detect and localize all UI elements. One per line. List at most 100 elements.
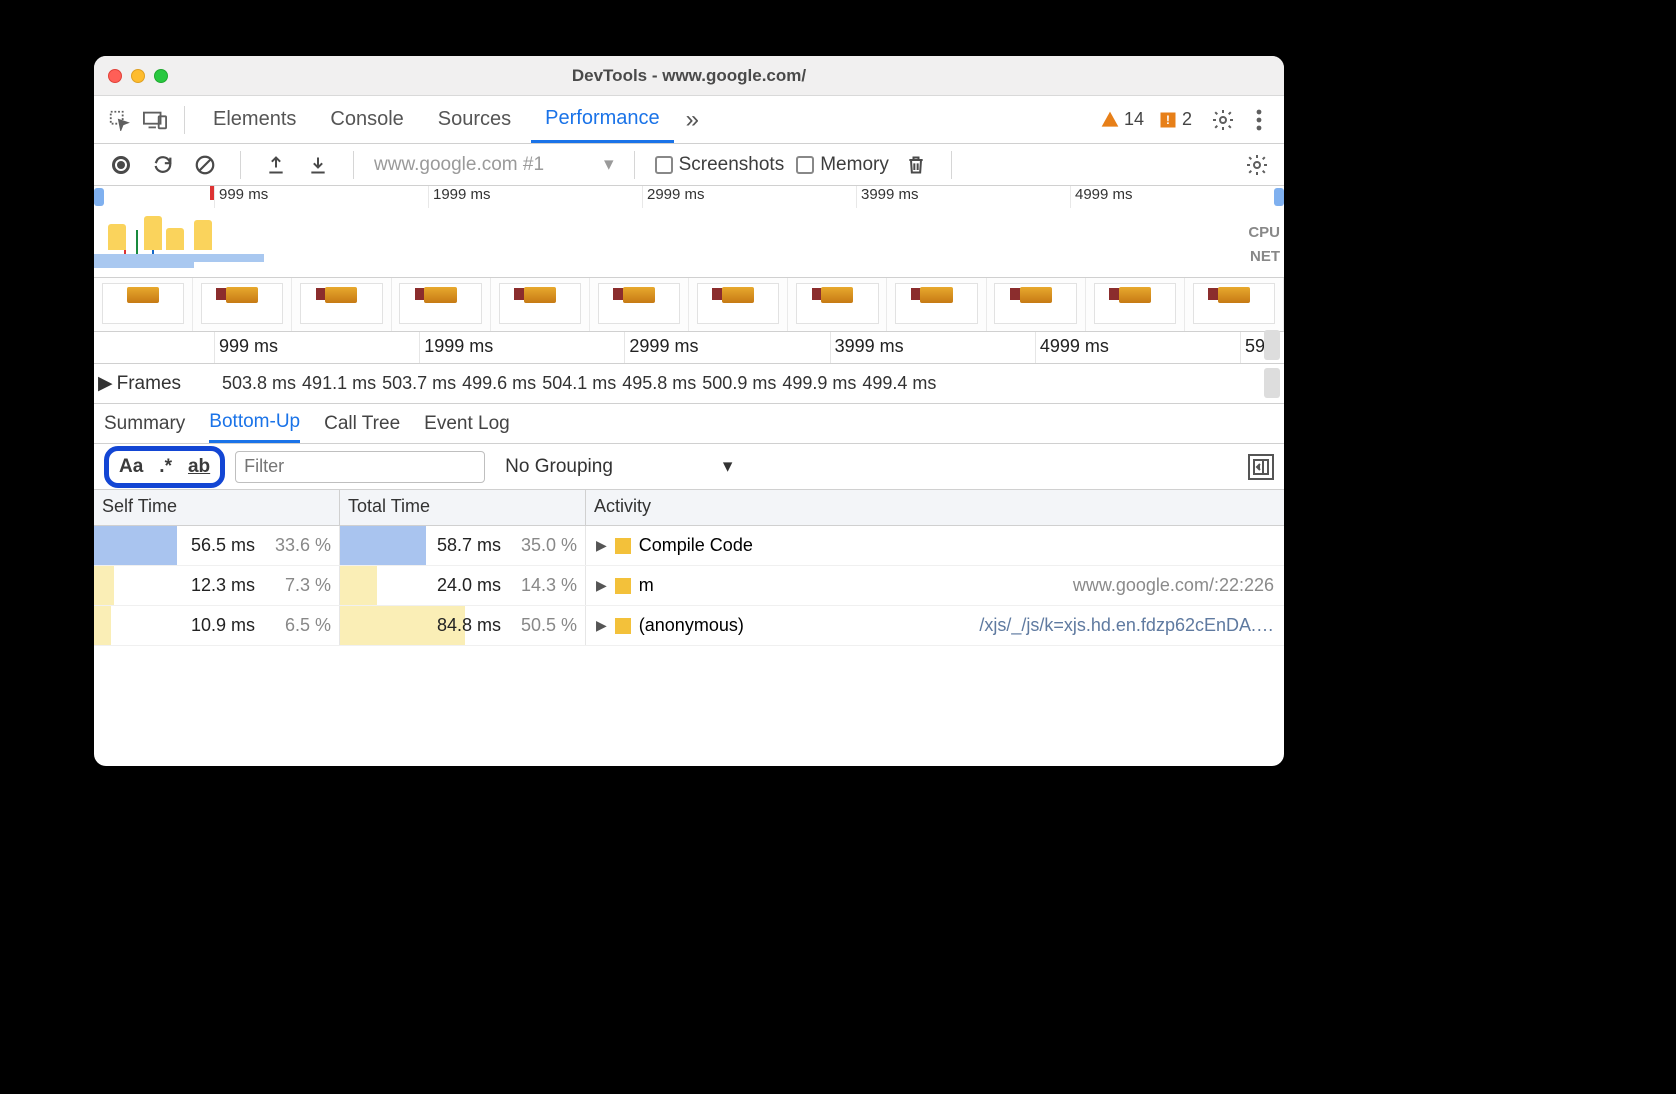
bar [94,526,177,565]
filter-input[interactable] [235,451,485,483]
filmstrip-thumb[interactable] [689,278,788,331]
frames-track-label[interactable]: ▶ Frames [94,372,214,395]
issues-group[interactable]: 14 ! 2 [1100,109,1192,130]
scrollbar-thumb[interactable] [1264,330,1280,360]
tab-bottom-up[interactable]: Bottom-Up [209,405,300,443]
regex-button[interactable]: .* [159,456,172,478]
overview-tick: 999 ms [214,186,428,208]
filmstrip-thumb[interactable] [887,278,986,331]
self-pct: 7.3 % [261,575,331,596]
settings-gear-icon[interactable] [1208,105,1238,135]
filmstrip-thumb[interactable] [590,278,689,331]
tab-summary[interactable]: Summary [104,405,185,443]
filmstrip-thumb[interactable] [1086,278,1185,331]
filmstrip-thumb[interactable] [392,278,491,331]
detail-ruler[interactable]: 999 ms 1999 ms 2999 ms 3999 ms 4999 ms 5… [94,332,1284,364]
errors-count: 2 [1182,109,1192,130]
activity-source[interactable]: www.google.com/:22:226 [1073,575,1284,596]
frames-track[interactable]: ▶ Frames 503.8 ms 491.1 ms 503.7 ms 499.… [94,364,1284,404]
cell-activity: ▶(anonymous)/xjs/_/js/k=xjs.hd.en.fdzp62… [586,615,1284,636]
tab-sources[interactable]: Sources [424,97,525,143]
filmstrip[interactable] [94,278,1284,332]
total-ms: 24.0 ms [437,575,507,596]
tab-call-tree[interactable]: Call Tree [324,405,400,443]
grouping-label: No Grouping [505,456,613,478]
fullscreen-button[interactable] [154,69,168,83]
table-row[interactable]: 56.5 ms33.6 %58.7 ms35.0 %▶Compile Code [94,526,1284,566]
filmstrip-thumb[interactable] [193,278,292,331]
more-menu-icon[interactable] [1244,105,1274,135]
upload-icon[interactable] [261,150,291,180]
warnings-count: 14 [1124,109,1144,130]
expand-icon[interactable]: ▶ [596,617,607,634]
frame-time: 500.9 ms [702,373,776,394]
profile-selector[interactable]: www.google.com #1 ▾ [374,153,614,176]
dropdown-icon: ▾ [723,455,733,478]
warnings-badge[interactable]: 14 [1100,109,1144,130]
bottom-up-table-body: 56.5 ms33.6 %58.7 ms35.0 %▶Compile Code1… [94,526,1284,646]
window-title: DevTools - www.google.com/ [94,66,1284,86]
main-tabs: Elements Console Sources Performance » 1… [94,96,1284,144]
filmstrip-thumb[interactable] [292,278,391,331]
frame-times: 503.8 ms 491.1 ms 503.7 ms 499.6 ms 504.… [214,373,1284,394]
download-icon[interactable] [303,150,333,180]
overview-tick: 3999 ms [856,186,1070,208]
device-toggle-icon[interactable] [140,105,170,135]
tab-event-log[interactable]: Event Log [424,405,510,443]
window-controls [108,69,168,83]
overview-tick: 1999 ms [428,186,642,208]
toggle-sidebar-icon[interactable] [1248,454,1274,480]
memory-checkbox[interactable]: Memory [796,154,889,176]
record-button[interactable] [106,150,136,180]
filmstrip-thumb[interactable] [788,278,887,331]
timeline-overview[interactable]: 999 ms 1999 ms 2999 ms 3999 ms 4999 ms C… [94,186,1284,278]
frame-time: 503.8 ms [222,373,296,394]
net-bar [94,254,264,262]
screenshots-checkbox[interactable]: Screenshots [655,154,785,176]
frames-label-text: Frames [117,373,181,395]
perf-toolbar: www.google.com #1 ▾ Screenshots Memory [94,144,1284,186]
frame-time: 503.7 ms [382,373,456,394]
match-case-button[interactable]: Aa [119,456,143,478]
header-activity[interactable]: Activity [586,490,1284,525]
expand-icon[interactable]: ▶ [596,577,607,594]
filmstrip-thumb[interactable] [1185,278,1284,331]
tab-elements[interactable]: Elements [199,97,310,143]
category-color-icon [615,578,631,594]
total-pct: 14.3 % [507,575,577,596]
activity-source[interactable]: /xjs/_/js/k=xjs.hd.en.fdzp62cEnDA.… [979,615,1284,636]
tab-performance[interactable]: Performance [531,97,674,143]
self-pct: 6.5 % [261,615,331,636]
frame-time: 495.8 ms [622,373,696,394]
trash-icon[interactable] [901,150,931,180]
close-button[interactable] [108,69,122,83]
header-total-time[interactable]: Total Time [340,490,586,525]
ruler-tick: 2999 ms [624,332,829,363]
bar [340,526,426,565]
whole-word-button[interactable]: ab [188,456,210,478]
total-pct: 50.5 % [507,615,577,636]
svg-text:!: ! [1166,114,1170,127]
header-self-time[interactable]: Self Time [94,490,340,525]
reload-record-icon[interactable] [148,150,178,180]
errors-badge[interactable]: ! 2 [1158,109,1192,130]
capture-settings-gear-icon[interactable] [1242,150,1272,180]
filmstrip-thumb[interactable] [491,278,590,331]
minimize-button[interactable] [131,69,145,83]
inspect-icon[interactable] [104,105,134,135]
grouping-select[interactable]: No Grouping ▾ [505,455,732,478]
tab-console[interactable]: Console [316,97,417,143]
scrollbar-thumb[interactable] [1264,368,1280,398]
overview-tick [94,186,214,208]
self-ms: 56.5 ms [191,535,261,556]
filmstrip-thumb[interactable] [987,278,1086,331]
tabs-overflow-icon[interactable]: » [680,97,705,143]
table-row[interactable]: 10.9 ms6.5 %84.8 ms50.5 %▶(anonymous)/xj… [94,606,1284,646]
table-row[interactable]: 12.3 ms7.3 %24.0 ms14.3 %▶mwww.google.co… [94,566,1284,606]
total-pct: 35.0 % [507,535,577,556]
filmstrip-thumb[interactable] [94,278,193,331]
expand-icon: ▶ [98,372,113,395]
clear-icon[interactable] [190,150,220,180]
expand-icon[interactable]: ▶ [596,537,607,554]
separator [353,151,354,179]
